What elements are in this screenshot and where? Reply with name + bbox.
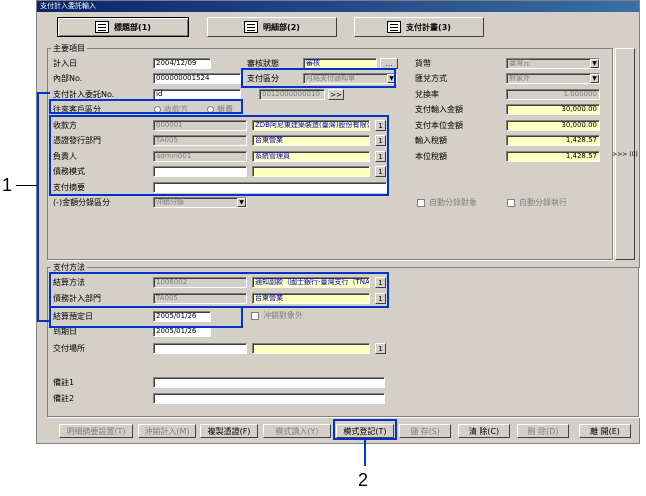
currency-select[interactable]: 臺灣元 <box>506 58 600 69</box>
note1-label: 備註1 <box>53 378 75 387</box>
save-button[interactable]: 儲 存(S) <box>399 424 451 438</box>
record-date-label: 計入日 <box>53 59 77 68</box>
input-tax-label: 輸入稅額 <box>415 136 447 145</box>
callout-one-bracket <box>37 92 39 322</box>
highlight-settle-date <box>49 306 243 328</box>
internal-no-field[interactable]: 000000001524 <box>153 73 241 84</box>
tab-detail[interactable]: 明細部(2) <box>207 17 337 37</box>
delete-button[interactable]: 刪 除(D) <box>517 424 569 438</box>
tab-header-label: 標題部(1) <box>114 22 151 32</box>
expand-side-button[interactable]: >>> (0) <box>612 48 638 260</box>
highlight-partner-block <box>49 115 389 196</box>
exch-method-label: 匯兌方式 <box>415 74 447 83</box>
main-items-title: 主要項目 <box>51 43 87 54</box>
tab-detail-label: 明細部(2) <box>263 22 300 32</box>
local-tax-field: 1,428.57 <box>506 151 600 162</box>
delivery-place-label: 交付場所 <box>53 344 85 353</box>
input-tax-field: 1,428.57 <box>506 135 600 146</box>
auto-split-exec-checkbox[interactable] <box>507 199 515 207</box>
highlight-settle-block <box>49 272 389 308</box>
currency-dropdown[interactable]: ▼ <box>590 59 599 68</box>
exch-method-select[interactable]: 對象外 <box>506 73 600 84</box>
book-icon <box>95 21 110 33</box>
tab-header[interactable]: 標題部(1) <box>57 17 189 37</box>
note2-field[interactable] <box>153 393 385 404</box>
callout-two-leader <box>364 440 366 466</box>
screen-icon <box>387 21 402 33</box>
load-template-button[interactable]: 模式讀入(Y) <box>263 424 331 438</box>
delivery-place-code-field[interactable] <box>153 343 247 354</box>
amount-split-label: (-)金額分錄區分 <box>53 198 111 207</box>
callout-two-label: 2 <box>358 470 369 490</box>
callout-one-label: 1 <box>2 175 13 195</box>
exch-rate-field[interactable]: 1.000000 <box>506 89 600 100</box>
note2-label: 備註2 <box>53 394 75 403</box>
offset-label: 沖銷對象外 <box>263 311 303 320</box>
record-date-field[interactable]: 2004/12/09 <box>153 58 211 69</box>
clear-button[interactable]: 清 除(C) <box>458 424 510 438</box>
pay-amount-label: 支付輸入金額 <box>415 105 463 114</box>
local-amount-label: 支付本位金額 <box>415 121 463 130</box>
highlight-save-template <box>333 419 397 440</box>
amount-split-select[interactable]: 沖銷分錄 <box>153 197 247 208</box>
delivery-place-name-field <box>252 343 370 354</box>
list-icon <box>244 21 259 33</box>
exch-rate-label: 兌換率 <box>415 90 439 99</box>
offset-entry-button[interactable]: 沖銷計入(M) <box>138 424 196 438</box>
detail-summary-button[interactable]: 明細摘要設置(T) <box>59 424 133 438</box>
auto-split-target-checkbox[interactable] <box>417 199 425 207</box>
auto-split-exec-label: 自動分錄執行 <box>519 198 567 207</box>
callout-one-leader <box>16 185 37 186</box>
doc-no-field: 0012000000010 <box>259 89 325 100</box>
note1-field[interactable] <box>153 377 385 388</box>
highlight-partner-type <box>49 99 243 114</box>
copy-voucher-button[interactable]: 複製憑證(F) <box>200 424 258 438</box>
tab-payment-plan[interactable]: 支付計畫(3) <box>354 17 484 37</box>
tab-payment-plan-label: 支付計畫(3) <box>406 22 451 32</box>
currency-label: 貨幣 <box>415 59 431 68</box>
local-tax-label: 本位稅額 <box>415 152 447 161</box>
auto-split-target-label: 自動分錄對象 <box>429 198 477 207</box>
highlight-payment-type <box>241 68 396 88</box>
local-amount-field: 30,000.00 <box>506 120 600 131</box>
internal-no-label: 內部No. <box>53 74 83 83</box>
doc-no-nav-button[interactable]: >> <box>328 89 344 100</box>
amount-split-dropdown[interactable]: ▼ <box>237 198 246 207</box>
delivery-place-lookup-button[interactable]: 1 <box>375 343 386 354</box>
offset-checkbox[interactable] <box>251 312 259 320</box>
exit-button[interactable]: 離 開(E) <box>579 424 631 438</box>
main-window: 支付計入委託輸入 標題部(1) 明細部(2) 支付計畫(3) 主要項目 計入日 … <box>36 0 640 444</box>
callout-one-tick-top <box>37 92 50 94</box>
exch-method-dropdown[interactable]: ▼ <box>590 74 599 83</box>
window-title: 支付計入委託輸入 <box>37 1 639 12</box>
callout-one-tick-bottom <box>37 320 50 322</box>
pay-amount-field: 30,000.00 <box>506 104 600 115</box>
